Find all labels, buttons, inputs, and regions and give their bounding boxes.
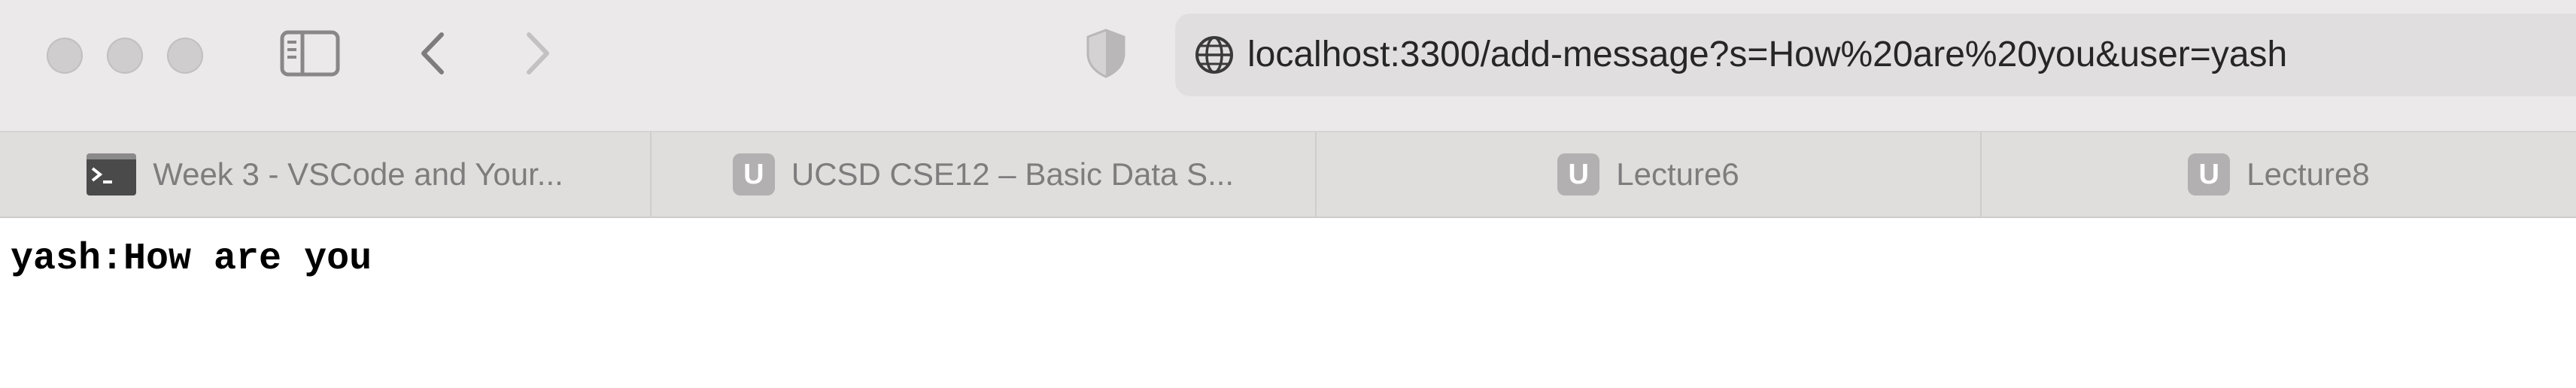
message-text: yash:How are you (11, 238, 372, 280)
address-bar[interactable]: localhost:3300/add-message?s=How%20are%2… (1175, 14, 2576, 96)
minimize-window-button[interactable] (107, 38, 143, 74)
sidebar-icon[interactable] (278, 29, 342, 78)
tab-label: Week 3 - VSCode and Your... (153, 156, 564, 192)
tab-label: UCSD CSE12 – Basic Data S... (791, 156, 1235, 192)
tab-week3-vscode[interactable]: Week 3 - VSCode and Your... (0, 132, 652, 217)
tab-label: Lecture6 (1616, 156, 1739, 192)
tab-lecture6[interactable]: U Lecture6 (1317, 132, 1982, 217)
globe-icon (1193, 34, 1235, 76)
url-text[interactable]: localhost:3300/add-message?s=How%20are%2… (1247, 14, 2287, 96)
u-icon: U (732, 153, 775, 196)
tab-bar: Week 3 - VSCode and Your... U UCSD CSE12… (0, 132, 2576, 218)
chevron-right-icon[interactable] (519, 29, 557, 78)
terminal-icon (87, 153, 137, 196)
tab-label: Lecture8 (2246, 156, 2370, 192)
tab-lecture8[interactable]: U Lecture8 (1982, 132, 2576, 217)
chevron-left-icon[interactable] (414, 29, 451, 78)
zoom-window-button[interactable] (167, 38, 203, 74)
page-content: yash:How are you (0, 218, 2576, 388)
u-icon: U (1557, 153, 1600, 196)
tab-ucsd-cse12[interactable]: U UCSD CSE12 – Basic Data S... (652, 132, 1317, 217)
browser-toolbar: localhost:3300/add-message?s=How%20are%2… (0, 0, 2576, 132)
close-window-button[interactable] (47, 38, 83, 74)
shield-icon[interactable] (1083, 27, 1129, 80)
u-icon: U (2188, 153, 2231, 196)
